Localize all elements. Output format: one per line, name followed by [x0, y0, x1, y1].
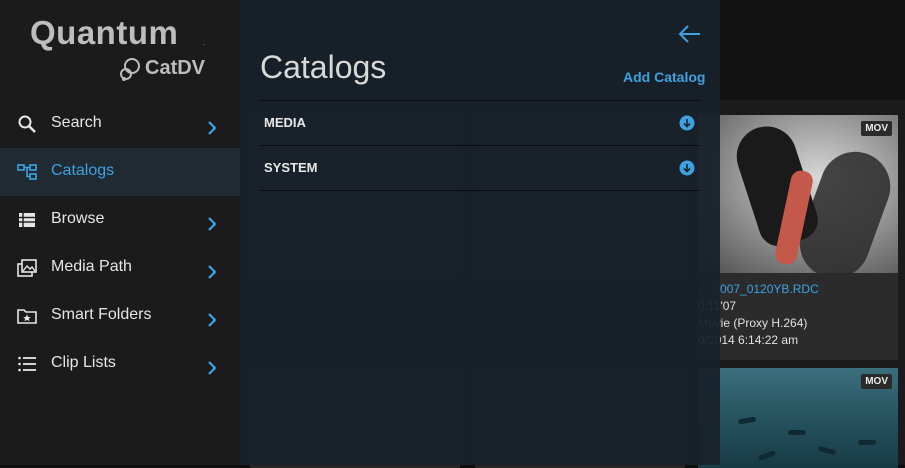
- catalog-list: MEDIA SYSTEM: [260, 100, 700, 191]
- expand-down-icon[interactable]: [679, 115, 695, 131]
- logo-catdv-text: CatDV: [145, 57, 206, 79]
- sidebar-item-label: Clip Lists: [51, 354, 116, 371]
- format-badge: MOV: [861, 121, 892, 136]
- sidebar-item-label: Media Path: [51, 258, 132, 275]
- sidebar-item-clip-lists[interactable]: Clip Lists: [0, 340, 240, 388]
- sidebar-item-label: Catalogs: [51, 162, 115, 179]
- sidebar-item-catalogs[interactable]: Catalogs: [0, 148, 240, 196]
- clip-card[interactable]: MOV 7_C007_0120YB.RDC 0:11'07 Movie (Pro…: [698, 115, 898, 360]
- logo-registered-mark: .: [203, 40, 205, 47]
- clip-name-link[interactable]: 7_C007_0120YB.RDC: [698, 281, 898, 298]
- chevron-right-icon: [208, 265, 217, 279]
- chevron-right-icon: [208, 361, 217, 375]
- clip-metadata: 7_C007_0120YB.RDC 0:11'07 Movie (Proxy H…: [698, 281, 898, 349]
- back-arrow-icon[interactable]: [677, 24, 703, 44]
- search-icon: [18, 115, 36, 133]
- chevron-right-icon: [208, 217, 217, 231]
- chevron-right-icon: [208, 121, 217, 135]
- clip-list-icon: [18, 356, 36, 372]
- catalog-row-system[interactable]: SYSTEM: [260, 145, 700, 191]
- media-path-icon: [17, 259, 37, 277]
- app-logo: Quantum . CatDV: [0, 0, 240, 100]
- expand-down-icon[interactable]: [679, 160, 695, 176]
- sidebar-item-label: Browse: [51, 210, 105, 227]
- clip-duration: 0:11'07: [698, 298, 898, 315]
- sidebar-item-browse[interactable]: Browse: [0, 196, 240, 244]
- sidebar-item-search[interactable]: Search: [0, 100, 240, 148]
- browse-list-icon: [19, 213, 35, 227]
- sidebar-item-label: Smart Folders: [51, 306, 152, 323]
- catalogs-panel: Catalogs Add Catalog MEDIA SYSTEM: [240, 0, 720, 465]
- add-catalog-link[interactable]: Add Catalog: [623, 69, 705, 85]
- clip-thumbnail: MOV: [698, 368, 898, 468]
- logo-quantum-text: Quantum: [30, 14, 179, 51]
- catdv-logo-icon: [120, 58, 140, 81]
- format-badge: MOV: [861, 374, 892, 389]
- sidebar-item-label: Search: [51, 114, 102, 131]
- clip-thumbnail: MOV: [698, 115, 898, 273]
- sidebar-nav: Search Catalogs Browse Media Path Smart …: [0, 100, 240, 388]
- clip-card[interactable]: MOV: [698, 368, 898, 468]
- catalog-label: SYSTEM: [264, 160, 318, 175]
- clip-format: Movie (Proxy H.264): [698, 316, 808, 330]
- catalogs-tree-icon: [17, 164, 37, 180]
- catalog-label: MEDIA: [264, 115, 306, 130]
- panel-title: Catalogs: [260, 49, 387, 85]
- sidebar-item-smart-folders[interactable]: Smart Folders: [0, 292, 240, 340]
- sidebar: Quantum . CatDV Search Catalogs Browse M…: [0, 0, 240, 465]
- chevron-right-icon: [208, 313, 217, 327]
- clip-date: 0/2014 6:14:22 am: [698, 333, 799, 347]
- catalog-row-media[interactable]: MEDIA: [260, 100, 700, 145]
- smart-folder-icon: [17, 309, 37, 324]
- sidebar-item-media-path[interactable]: Media Path: [0, 244, 240, 292]
